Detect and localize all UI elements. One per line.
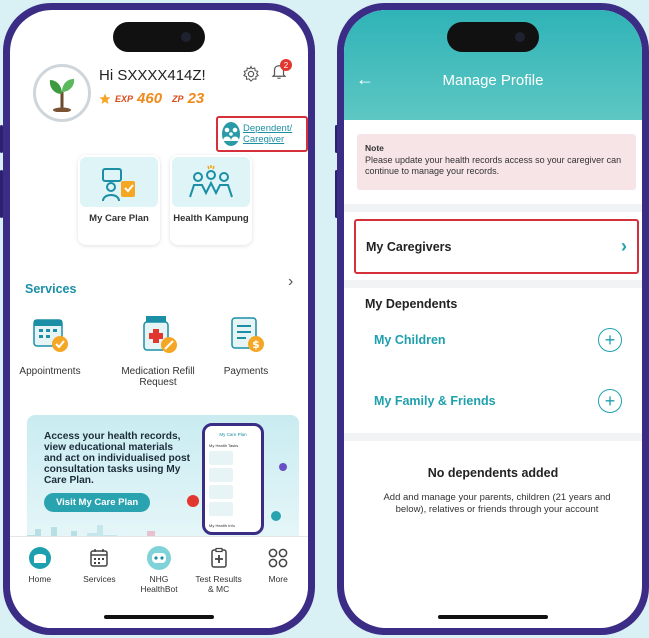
bill-payment-icon: $	[226, 314, 266, 354]
service-appointments[interactable]: Appointments	[10, 314, 95, 377]
tab-home-label: Home	[28, 574, 52, 584]
banner-phone-grid	[205, 448, 261, 519]
greeting-text: Hi SXXXX414Z!	[99, 67, 206, 84]
section-divider	[344, 433, 642, 441]
dynamic-island	[113, 22, 205, 52]
my-caregivers-label: My Caregivers	[366, 239, 452, 254]
tab-healthbot-label: NHG HealthBot	[140, 574, 178, 594]
empty-state-text: Add and manage your parents, children (2…	[383, 492, 611, 515]
tab-services-label: Services	[83, 574, 116, 584]
services-title: Services	[25, 282, 77, 296]
section-divider	[344, 280, 642, 288]
banner-phone-title: My Care Plan	[219, 432, 247, 437]
my-care-plan-card[interactable]: My Care Plan	[78, 155, 160, 245]
svg-text:$: $	[252, 338, 260, 351]
health-kampung-label: Health Kampung	[173, 213, 249, 224]
care-plan-banner[interactable]: Access your health records, view educati…	[27, 415, 299, 543]
decor-dot	[187, 495, 199, 507]
my-care-plan-label: My Care Plan	[89, 213, 149, 224]
visit-care-plan-button[interactable]: Visit My Care Plan	[44, 493, 151, 512]
tab-test-results-label: Test Results & MC	[195, 574, 242, 594]
community-icon	[172, 157, 250, 207]
tab-home[interactable]: Home	[14, 545, 66, 628]
clipboard-medical-icon	[206, 545, 232, 571]
note-title: Note	[365, 143, 384, 153]
star-icon	[99, 93, 111, 104]
care-plan-icon	[80, 157, 158, 207]
service-payments[interactable]: $ Payments	[201, 314, 291, 377]
banner-text: Access your health records, view educati…	[44, 431, 191, 486]
service-medication-refill[interactable]: Medication Refill Request	[113, 314, 203, 388]
dynamic-island	[447, 22, 539, 52]
note-text: Please update your health records access…	[365, 155, 622, 176]
sprout-icon	[49, 79, 75, 112]
chevron-right-icon[interactable]: ›	[288, 273, 293, 291]
my-family-friends-label: My Family & Friends	[374, 394, 496, 408]
my-family-friends-row[interactable]: My Family & Friends +	[374, 389, 622, 413]
section-divider	[344, 204, 642, 212]
tab-more-label: More	[268, 574, 288, 584]
my-caregivers-row[interactable]: My Caregivers ›	[354, 219, 639, 274]
dependent-caregiver-text: Dependent/ Caregiver	[243, 123, 293, 145]
health-kampung-card[interactable]: Health Kampung	[170, 155, 252, 245]
empty-state-title: No dependents added	[427, 466, 559, 480]
phone-manage-profile: ← Manage Profile Note Please update your…	[337, 3, 649, 635]
phone-home: Hi SXXXX414Z! EXP 460 ZP 23 2 Dependent/…	[3, 3, 315, 635]
gear-icon[interactable]	[242, 64, 260, 83]
manage-profile-screen: ← Manage Profile Note Please update your…	[344, 10, 642, 628]
home-icon	[27, 545, 53, 571]
top-icons: 2	[242, 59, 292, 85]
notification-badge: 2	[280, 59, 292, 71]
add-child-icon[interactable]: +	[598, 328, 622, 352]
zp-value: 23	[187, 90, 205, 107]
add-family-icon[interactable]: +	[598, 389, 622, 413]
chevron-right-icon: ›	[621, 236, 627, 256]
payments-label: Payments	[223, 366, 269, 377]
medication-refill-label: Medication Refill Request	[121, 366, 195, 388]
appointments-label: Appointments	[19, 366, 81, 377]
page-title: Manage Profile	[442, 72, 544, 89]
exp-label: EXP	[115, 93, 134, 104]
home-screen: Hi SXXXX414Z! EXP 460 ZP 23 2 Dependent/…	[10, 10, 308, 628]
zp-label: ZP	[172, 93, 184, 104]
dependents-title: My Dependents	[365, 297, 458, 311]
calendar-check-icon	[30, 314, 70, 354]
decor-dot	[279, 463, 287, 471]
robot-icon	[146, 545, 172, 571]
home-indicator	[104, 615, 214, 619]
note-box: Note Please update your health records a…	[357, 134, 636, 190]
home-indicator	[438, 615, 548, 619]
my-children-label: My Children	[374, 333, 446, 347]
medication-icon	[138, 314, 178, 354]
notifications[interactable]: 2	[270, 59, 292, 85]
grid-icon	[265, 545, 291, 571]
exp-value: 460	[137, 90, 163, 107]
dependent-caregiver-link[interactable]: Dependent/ Caregiver	[216, 116, 308, 152]
my-children-row[interactable]: My Children +	[374, 328, 622, 352]
family-icon	[222, 122, 240, 146]
tab-more[interactable]: More	[252, 545, 304, 628]
calendar-icon	[86, 545, 112, 571]
points-row: EXP 460 ZP 23	[99, 90, 204, 107]
avatar[interactable]	[33, 64, 91, 122]
